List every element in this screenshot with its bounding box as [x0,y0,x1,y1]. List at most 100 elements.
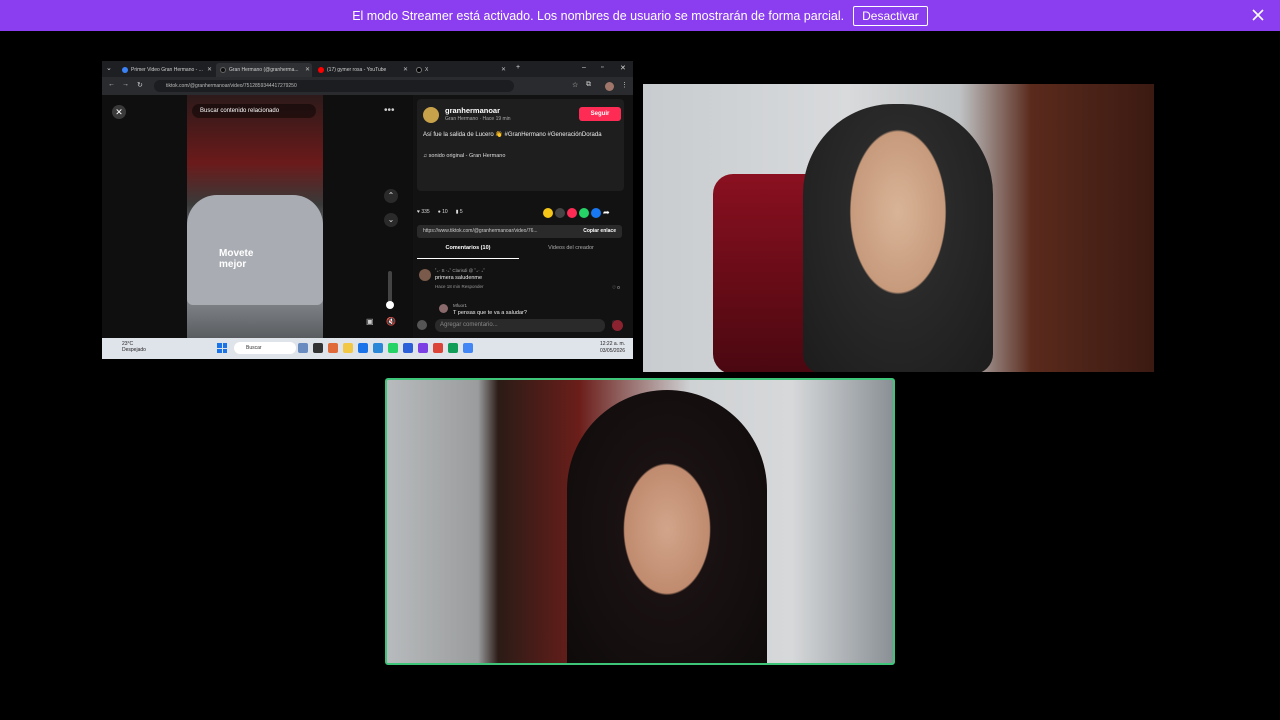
reply-avatar[interactable] [439,304,448,313]
browser-tab-active[interactable]: Gran Hermano (@granherma... ✕ [216,63,312,77]
share-embed-icon[interactable] [555,208,565,218]
facebook-icon[interactable] [591,208,601,218]
tab-close-icon[interactable]: ✕ [403,66,408,73]
browser-urlbar: ← → ↻ tiktok.com/@granhermanoar/video/75… [102,77,633,95]
reply-user[interactable]: Mfuor1 [453,303,467,308]
tab-close-icon[interactable]: ✕ [207,66,212,73]
share-emoji-icon[interactable] [543,208,553,218]
comment-meta[interactable]: Hace 18 min Responder [435,284,484,289]
video-tile-participant-1[interactable] [643,84,1154,372]
mute-icon[interactable]: 🔇 [386,317,396,326]
explorer-icon[interactable] [343,343,353,353]
tiktok-video[interactable]: Movete mejor [187,95,323,338]
profile-avatar[interactable] [605,82,614,91]
arrow-down-icon[interactable]: ⌄ [384,213,398,227]
menu-icon[interactable]: ⋮ [621,81,628,89]
screen-share-tile[interactable]: ⌄ Primer Video Gran Hermano - ... ✕ Gran… [102,61,633,359]
close-icon[interactable] [1250,7,1266,23]
close-video-icon[interactable]: ✕ [112,105,126,119]
taskbar-search[interactable]: Buscar [234,342,296,354]
weather-desc: Despejado [122,347,146,353]
browser-tabbar: ⌄ Primer Video Gran Hermano - ... ✕ Gran… [102,61,633,77]
browser-tab[interactable]: X ✕ [412,63,508,77]
bookmark-icon[interactable]: ☆ [572,81,578,89]
more-options-icon[interactable]: ••• [384,105,395,116]
address-bar[interactable]: tiktok.com/@granhermanoar/video/75128593… [154,80,514,92]
tab-favicon [318,67,324,73]
commenter-avatar[interactable] [419,269,431,281]
tab-label: Gran Hermano (@granherma... [229,67,299,73]
volume-knob[interactable] [386,301,394,309]
app-icon[interactable] [313,343,323,353]
account-subtitle: Gran Hermano · Hace 19 min [445,116,511,122]
video-link[interactable]: https://www.tiktok.com/@granhermanoar/vi… [417,225,622,238]
pip-icon[interactable]: ▣ [366,317,374,326]
maximize-icon[interactable]: ▫ [601,64,603,71]
sound-label: sonido original - Gran Hermano [428,153,506,159]
follow-button[interactable]: Seguir [579,107,621,121]
tab-list-icon[interactable]: ⌄ [106,64,112,72]
send-comment-icon[interactable] [612,320,623,331]
forward-icon[interactable]: → [122,81,129,88]
tab-creator-videos[interactable]: Videos del creador [520,245,622,251]
new-tab-icon[interactable]: + [516,64,520,71]
tab-close-icon[interactable]: ✕ [305,66,310,73]
like-count: 335 [421,209,430,215]
copy-link-button[interactable]: Copiar enlace [583,225,616,238]
minimize-icon[interactable]: – [582,64,586,71]
account-avatar[interactable] [423,107,439,123]
streamer-mode-banner: El modo Streamer está activado. Los nomb… [0,0,1280,31]
chrome-icon[interactable] [433,343,443,353]
tab-comments[interactable]: Comentarios (10) [417,245,519,259]
share-arrow-icon[interactable]: ➦ [603,208,613,218]
banner-message: El modo Streamer está activado. Los nomb… [352,8,845,23]
reload-icon[interactable]: ↻ [137,81,143,89]
tab-favicon [220,67,226,73]
engagement-stats: ♥ 335 ● 10 ▮ 5 [417,209,463,215]
comment-text: primera saludenme [435,275,483,281]
whatsapp-icon[interactable] [579,208,589,218]
sound-link[interactable]: ♫ sonido original - Gran Hermano [423,153,505,159]
app-icon[interactable] [328,343,338,353]
participant-video [803,104,993,372]
extensions-icon[interactable]: ⧉ [586,81,591,89]
browser-tab[interactable]: (17) gymer rosa - YouTube ✕ [314,63,410,77]
taskbar-apps [298,343,473,353]
share-tiktok-icon[interactable] [567,208,577,218]
comment-likes[interactable]: ♡ 0 [612,285,620,291]
app-icon[interactable] [463,343,473,353]
related-search-input[interactable]: Buscar contenido relacionado [192,104,316,118]
tab-favicon [122,67,128,73]
app-icon[interactable] [448,343,458,353]
comment-count: 10 [442,209,448,215]
app-icon[interactable] [403,343,413,353]
tiktok-page: ✕ Movete mejor Buscar contenido relacion… [102,95,633,338]
save-count: 5 [459,209,463,215]
edge-icon[interactable] [358,343,368,353]
windows-taskbar: 23°C Despejado Buscar 12:22 a. m. 03/05/… [102,338,633,359]
video-tile-participant-2[interactable] [385,378,895,665]
reply-text: T pensas que te va a saludar? [453,310,527,316]
deactivate-button[interactable]: Desactivar [853,5,928,26]
like-stat[interactable]: ♥ 335 [417,209,430,215]
comment-user[interactable]: ˚₊‧ S ‧₊˚ Clarisdi @ ˚₊‧ ₊˚ [435,268,485,274]
browser-tab[interactable]: Primer Video Gran Hermano - ... ✕ [118,63,214,77]
window-close-icon[interactable]: ✕ [620,64,626,72]
save-stat[interactable]: ▮ 5 [456,209,463,215]
tiktok-video-area: ✕ Movete mejor Buscar contenido relacion… [102,95,413,338]
video-description: Así fue la salida de Lucero 👋 #GranHerma… [423,132,602,138]
tab-close-icon[interactable]: ✕ [501,66,506,73]
whatsapp-icon[interactable] [388,343,398,353]
store-icon[interactable] [373,343,383,353]
account-name[interactable]: granhermanoar [445,106,500,115]
back-icon[interactable]: ← [108,81,115,88]
taskbar-clock[interactable]: 12:22 a. m. 03/05/2026 [600,341,625,355]
comment-input[interactable]: Agregar comentario... [435,319,605,332]
discord-icon[interactable] [418,343,428,353]
weather-widget[interactable]: 23°C Despejado [110,341,146,353]
comment-stat[interactable]: ● 10 [438,209,448,215]
arrow-up-icon[interactable]: ⌃ [384,189,398,203]
app-icon[interactable] [298,343,308,353]
start-icon[interactable] [217,343,227,353]
tab-favicon [416,67,422,73]
